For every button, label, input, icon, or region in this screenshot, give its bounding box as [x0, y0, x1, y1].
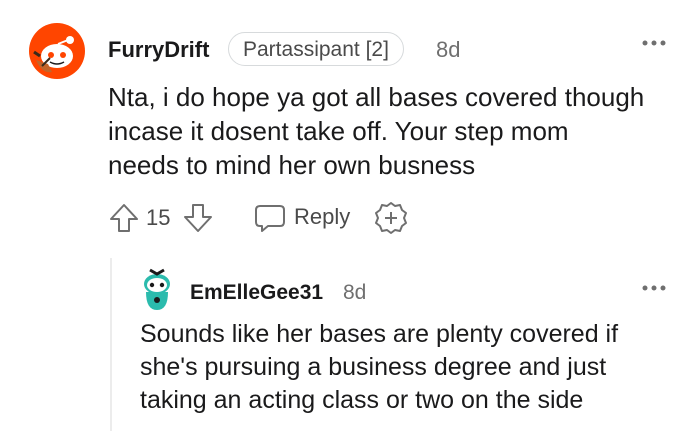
reply-button[interactable]: Reply [294, 204, 350, 230]
thread-line[interactable] [110, 258, 112, 431]
user-flair: Partassipant [2] [228, 32, 404, 66]
reply-icon[interactable] [254, 203, 286, 233]
more-options-icon[interactable] [640, 278, 668, 298]
comment-line: Nta, i do hope ya got all bases covered … [108, 82, 645, 112]
timestamp[interactable]: 8d [436, 37, 460, 63]
username[interactable]: EmElleGee31 [190, 281, 323, 305]
avatar[interactable] [140, 266, 174, 310]
comment-line: Sounds like her bases are plenty covered… [140, 320, 619, 348]
award-icon[interactable] [374, 201, 408, 235]
comment-line: she's pursuing a business degree and jus… [140, 353, 607, 381]
comment-line: incase it dosent take off. Your step mom [108, 116, 569, 146]
timestamp[interactable]: 8d [343, 281, 366, 305]
snoo-avatar-icon [29, 23, 85, 79]
comment-line: needs to mind her own busness [108, 150, 476, 180]
downvote-icon[interactable] [182, 202, 214, 234]
comment-body: Nta, i do hope ya got all bases covered … [108, 80, 688, 182]
comment-body: Sounds like her bases are plenty covered… [140, 318, 690, 417]
comment-line: taking an acting class or two on the sid… [140, 386, 584, 414]
more-options-icon[interactable] [640, 33, 668, 53]
vote-count: 15 [146, 205, 171, 230]
upvote-icon[interactable] [108, 202, 140, 234]
username[interactable]: FurryDrift [108, 37, 209, 63]
snoo-avatar-icon [144, 268, 170, 310]
avatar[interactable] [28, 22, 86, 80]
